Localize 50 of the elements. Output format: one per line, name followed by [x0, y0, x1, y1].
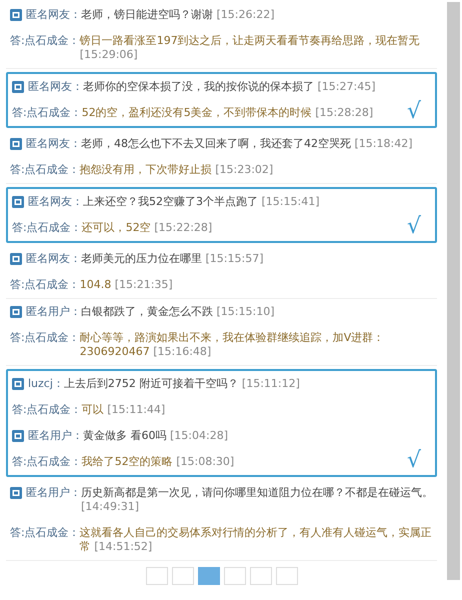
- answer-text: 我给了52空的策略 [15:08:30]: [82, 455, 234, 469]
- question-text: 老师，48怎么也下不去又回来了啊，我还套了42空哭死 [15:18:42]: [81, 137, 412, 151]
- question-text: 黄金做多 看60吗 [15:04:28]: [83, 429, 228, 443]
- question-text: 白银都跌了，黄金怎么不跌 [15:15:10]: [81, 305, 274, 319]
- check-mark: √: [406, 215, 421, 239]
- answerer-name: 答:点石成金：: [10, 163, 80, 177]
- question-icon: [12, 81, 24, 93]
- asker-name: 匿名用户：: [26, 305, 81, 319]
- question-text: 老师，镑日能进空吗？谢谢 [15:26:22]: [81, 8, 274, 22]
- asker-name: 匿名网友：: [26, 8, 81, 22]
- page-button[interactable]: [198, 567, 220, 585]
- answer-text: 镑日一路看涨至197到达之后，让走两天看看节奏再给思路，现在暂无 [15:29:06]: [80, 34, 421, 62]
- question-text: 老师美元的压力位在哪里 [15:15:57]: [81, 252, 264, 266]
- question-icon: [10, 253, 22, 265]
- answerer-name: 答:点石成金：: [10, 331, 80, 345]
- asker-name: 匿名网友：: [26, 137, 81, 151]
- answerer-name: 答:点石成金：: [10, 526, 80, 540]
- answerer-name: 答:点石成金：: [12, 221, 82, 235]
- question-icon: [10, 138, 22, 150]
- question-icon: [12, 196, 24, 208]
- answer-text: 这就看各人自己的交易体系对行情的分析了，有人准有人碰运气，实属正常 [14:51:52]: [80, 526, 433, 554]
- check-mark: √: [406, 449, 421, 473]
- question-icon: [10, 9, 22, 21]
- answerer-name: 答:点石成金：: [10, 34, 80, 48]
- asker-name: 匿名用户：: [26, 486, 81, 500]
- answerer-name: 答:点石成金：: [12, 455, 82, 469]
- question-text: 老师你的空保本损了没，我的按你说的保本损了 [15:27:45]: [83, 80, 376, 94]
- scrollbar[interactable]: [447, 2, 460, 580]
- answerer-name: 答:点石成金：: [12, 403, 82, 417]
- answer-text: 耐心等等，路演如果出不来，我在体验群继续追踪，加V进群：2306920467 [15:16:48]: [80, 331, 386, 359]
- asker-name: 匿名用户：: [28, 429, 83, 443]
- question-icon: [12, 430, 24, 442]
- asker-name: 匿名网友：: [28, 80, 83, 94]
- asker-name: luzcj：: [28, 377, 64, 391]
- answer-text: 104.8 [15:21:35]: [80, 278, 173, 292]
- check-mark: √: [406, 100, 421, 124]
- asker-name: 匿名网友：: [26, 252, 81, 266]
- question-text: 历史新高都是第一次见，请问你哪里知道阻力位在哪？不都是在碰运气。 [14:49:31]: [81, 486, 433, 514]
- question-icon: [12, 378, 24, 390]
- answer-text: 可以 [15:11:44]: [82, 403, 166, 417]
- answerer-name: 答:点石成金：: [10, 278, 80, 292]
- asker-name: 匿名网友：: [28, 195, 83, 209]
- answerer-name: 答:点石成金：: [12, 106, 82, 120]
- answer-text: 还可以，52空 [15:22:28]: [82, 221, 212, 235]
- answer-text: 52的空，盈利还没有5美金，不到带保本的时候 [15:28:28]: [82, 106, 374, 120]
- question-icon: [10, 487, 22, 499]
- question-text: 上去后到2752 附近可接着干空吗？ [15:11:12]: [64, 377, 300, 391]
- question-text: 上来还空？我52空赚了3个半点跑了 [15:15:41]: [83, 195, 320, 209]
- question-icon: [10, 306, 22, 318]
- answer-text: 抱怨没有用，下次带好止损 [15:23:02]: [80, 163, 274, 177]
